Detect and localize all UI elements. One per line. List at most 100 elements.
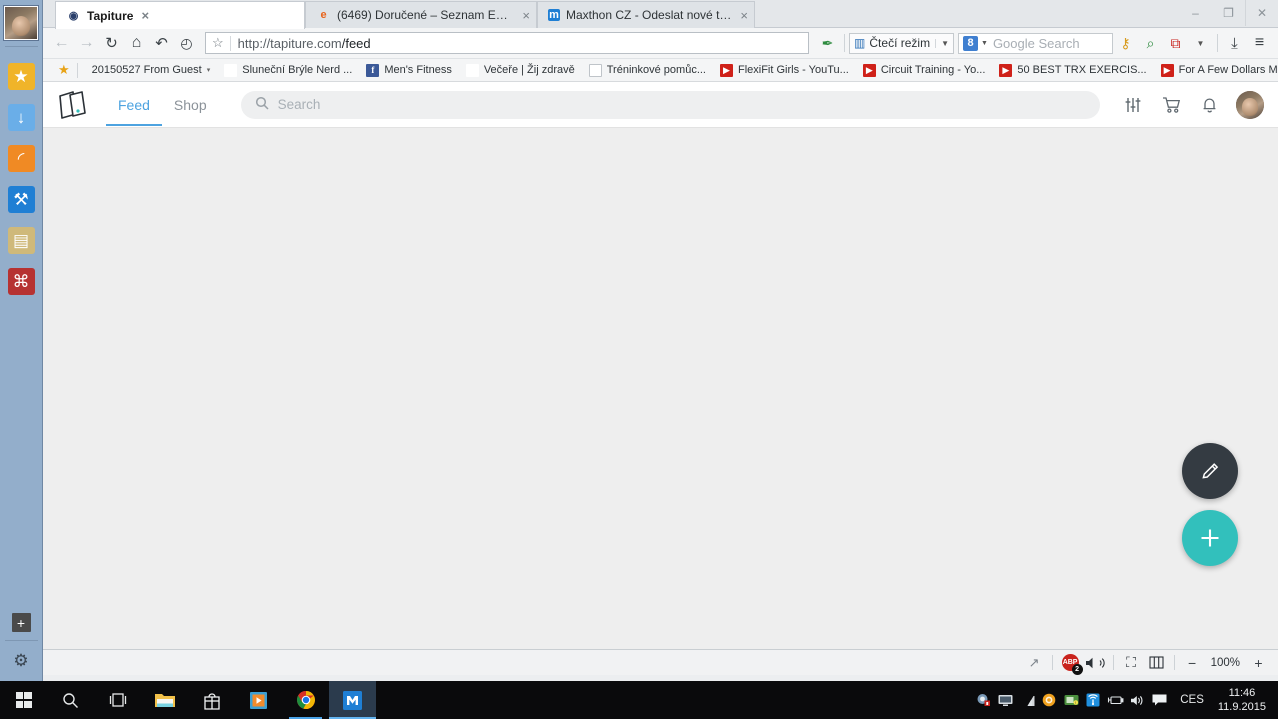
sidebar-item-downloads[interactable]: ↓ (8, 104, 35, 131)
profile-avatar[interactable] (1236, 91, 1264, 119)
sliders-icon[interactable] (1114, 90, 1152, 120)
tapiture-favicon-icon: ◉ (66, 8, 81, 23)
tab-close-icon[interactable]: × (740, 8, 748, 23)
screenshot-icon[interactable]: ⧉ (1163, 31, 1188, 56)
tapiture-logo[interactable] (57, 90, 91, 120)
browser-window: ◉ Tapiture × e (6469) Doručené – Seznam … (43, 0, 1278, 681)
tab-tapiture[interactable]: ◉ Tapiture × (55, 1, 305, 29)
bookmark-item[interactable]: f Men's Fitness (359, 64, 459, 77)
chevron-down-icon[interactable]: ▼ (935, 39, 949, 48)
chevron-down-icon[interactable]: ▼ (981, 40, 988, 47)
language-indicator[interactable]: CES (1170, 694, 1214, 706)
chevron-down-icon[interactable]: ▼ (1188, 31, 1213, 56)
speaker-icon[interactable] (1083, 653, 1108, 673)
google-chrome-button[interactable] (282, 681, 329, 719)
avatar-image (5, 7, 37, 39)
chevron-down-icon[interactable]: ▾ (207, 66, 211, 74)
bell-icon[interactable] (1190, 90, 1228, 120)
file-explorer-button[interactable] (141, 681, 188, 719)
bookmark-item[interactable]: ♛ Sluneční Brýle Nerd ... (217, 64, 359, 77)
sidebar-item-games[interactable]: ⌘ (8, 268, 35, 295)
tab-close-icon[interactable]: × (141, 8, 149, 23)
undo-icon[interactable]: ↶ (149, 31, 174, 56)
bookmark-item[interactable]: ▶ FlexiFit Girls - YouTu... (713, 64, 856, 77)
clock[interactable]: 11:46 11.9.2015 (1214, 686, 1274, 714)
edit-fab[interactable] (1182, 443, 1238, 499)
tray-graphics-icon[interactable]: ! (1060, 681, 1082, 719)
tray-security-icon[interactable] (972, 681, 994, 719)
add-fab[interactable] (1182, 510, 1238, 566)
start-button[interactable] (0, 681, 47, 719)
sidebar-item-notes[interactable]: ▤ (8, 227, 35, 254)
tab-seznam-email[interactable]: e (6469) Doručené – Seznam Email × (305, 1, 537, 28)
back-icon[interactable]: ← (49, 31, 74, 56)
download-icon[interactable]: ⤓ (1222, 31, 1247, 56)
history-icon[interactable]: ◴ (174, 31, 199, 56)
bookmark-item[interactable]: Tréninkové pomůc... (582, 64, 713, 77)
chart-icon[interactable]: ↗ (1022, 653, 1047, 673)
bookmark-star-icon[interactable]: ☆ (212, 35, 224, 51)
youtube-icon: ▶ (999, 64, 1012, 77)
task-view-button[interactable] (94, 681, 141, 719)
menu-icon[interactable]: ≡ (1247, 31, 1272, 56)
sidebar-avatar[interactable] (3, 5, 39, 41)
magnifier-icon[interactable]: ⌕ (1138, 31, 1163, 56)
microsoft-store-button[interactable] (188, 681, 235, 719)
tab-shop[interactable]: Shop (162, 83, 219, 126)
bookmark-item[interactable]: ▶ For A Few Dollars M (1154, 64, 1278, 77)
maximize-icon[interactable]: ❐ (1212, 0, 1245, 26)
tab-maxthon-forum[interactable]: m Maxthon CZ - Odeslat nové téma × (537, 1, 755, 28)
bookmark-label: FlexiFit Girls - YouTu... (738, 64, 849, 76)
close-icon[interactable]: ✕ (1245, 0, 1278, 26)
bookmark-item[interactable]: ▶ 50 BEST TRX EXERCIS... (992, 64, 1153, 77)
adblock-plus-icon[interactable]: ABP 2 (1058, 653, 1083, 673)
sidebar-add-button[interactable]: + (12, 613, 31, 632)
toolbar-search-box[interactable]: 8 ▼ Google Search (958, 33, 1113, 54)
statusbar-separator (1052, 655, 1053, 670)
cart-icon[interactable] (1152, 90, 1190, 120)
bookmark-item[interactable]: ▶ Circuit Training - Yo... (856, 64, 993, 77)
tray-volume-icon[interactable] (1126, 681, 1148, 719)
sidebar-item-rss[interactable]: ◜ (8, 145, 35, 172)
windows-taskbar: ! CES 11:46 11.9.2015 (0, 681, 1278, 719)
forward-icon[interactable]: → (74, 31, 99, 56)
tab-title: Tapiture (87, 9, 133, 23)
tray-display-icon[interactable] (994, 681, 1016, 719)
youtube-icon: ▶ (720, 64, 733, 77)
toolbar-search-placeholder: Google Search (993, 36, 1080, 51)
sidebar-item-tools[interactable]: ⚒ (8, 186, 35, 213)
zoom-out-button[interactable]: − (1180, 653, 1205, 673)
rss-icon: ◜ (18, 150, 25, 167)
tray-action-center-icon[interactable] (1148, 681, 1170, 719)
home-icon[interactable]: ⌂ (124, 31, 149, 56)
bookmark-item[interactable]: ◔ Večeře | Žij zdravě (459, 64, 582, 77)
key-icon[interactable]: ⚷ (1113, 31, 1138, 56)
sidebar-item-favorites[interactable]: ★ (8, 63, 35, 90)
bookmarks-star-icon[interactable]: ★ (47, 62, 77, 78)
tray-battery-icon[interactable] (1104, 681, 1126, 719)
media-player-button[interactable] (235, 681, 282, 719)
minimize-icon[interactable]: – (1179, 0, 1212, 26)
adblock-badge-wrap: ABP 2 (1062, 654, 1079, 671)
tab-feed[interactable]: Feed (106, 83, 162, 126)
bookmark-item[interactable]: 20150527 From Guest ▾ (85, 64, 218, 76)
maxthon-sidebar[interactable]: ★ ↓ ◜ ⚒ ▤ ⌘ + ⚙ (0, 0, 43, 681)
fullscreen-icon[interactable]: ⛶ (1119, 653, 1144, 673)
tray-update-icon[interactable] (1038, 681, 1060, 719)
split-view-icon[interactable] (1144, 653, 1169, 673)
tray-wifi-icon[interactable] (1016, 681, 1038, 719)
bookmark-label: 20150527 From Guest (92, 64, 202, 76)
reload-icon[interactable]: ↻ (99, 31, 124, 56)
address-bar[interactable]: ☆ http://tapiture.com/feed (205, 32, 809, 54)
reader-mode-button[interactable]: ▥ Čtečí režim ▼ (849, 33, 954, 54)
tab-close-icon[interactable]: × (522, 8, 530, 23)
tray-network-icon[interactable] (1082, 681, 1104, 719)
search-input[interactable]: Search (241, 91, 1100, 119)
taskbar-search-button[interactable] (47, 681, 94, 719)
gear-icon[interactable]: ⚙ (13, 651, 28, 671)
zoom-in-button[interactable]: + (1246, 653, 1271, 673)
tapiture-header: Feed Shop Search (43, 82, 1278, 128)
pin-icon[interactable]: ✒ (815, 31, 840, 56)
maxthon-button[interactable] (329, 681, 376, 719)
star-icon: ★ (13, 68, 28, 85)
